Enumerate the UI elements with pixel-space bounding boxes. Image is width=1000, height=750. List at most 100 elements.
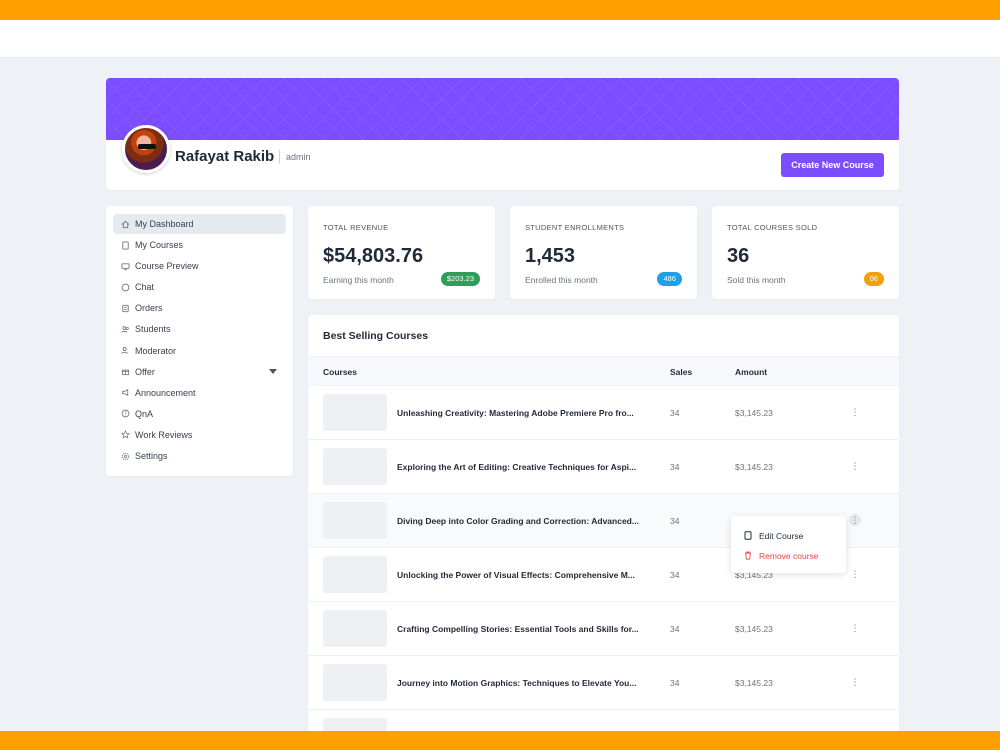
gift-icon: [121, 367, 130, 376]
table-row[interactable]: Exploring the Art of Editing: Creative T…: [308, 440, 899, 494]
star-icon: [121, 430, 130, 440]
more-options-icon[interactable]: ⋮: [849, 406, 861, 418]
trash-icon: [744, 551, 754, 562]
stat-label: TOTAL COURSES SOLD: [727, 223, 818, 232]
sidebar: My Dashboard My Courses Course Preview C…: [106, 206, 293, 476]
course-title[interactable]: Unleashing Creativity: Mastering Adobe P…: [397, 408, 647, 418]
top-accent-bar: [0, 0, 1000, 20]
stat-label: TOTAL REVENUE: [323, 223, 389, 232]
create-new-course-button[interactable]: Create New Course: [781, 153, 884, 177]
row-context-menu: Edit Course Remove course: [731, 516, 846, 573]
course-title[interactable]: Journey into Motion Graphics: Techniques…: [397, 678, 647, 688]
sidebar-item-label: Chat: [135, 282, 155, 293]
course-amount: $3,145.23: [735, 624, 773, 634]
table-header: Courses Sales Amount: [308, 356, 899, 386]
table-row[interactable]: Journey into Motion Graphics: Techniques…: [308, 656, 899, 710]
sidebar-item-label: My Courses: [135, 240, 184, 251]
profile-name: Rafayat Rakib: [175, 148, 275, 165]
profile-header: Rafayat Rakib admin Create New Course: [106, 78, 899, 190]
chevron-down-icon[interactable]: [269, 368, 277, 374]
users-icon: [121, 325, 130, 334]
sidebar-item-label: Settings: [135, 451, 168, 462]
course-title[interactable]: Exploring the Art of Editing: Creative T…: [397, 462, 647, 472]
course-thumbnail: [323, 610, 387, 647]
orders-icon: [121, 304, 130, 313]
sidebar-item-students[interactable]: Students: [113, 319, 286, 339]
profile-banner: [106, 78, 899, 140]
stat-value: 1,453: [525, 245, 576, 267]
sidebar-item-label: Announcement: [135, 387, 196, 398]
stat-badge: $203.23: [440, 272, 480, 286]
course-amount: $3,145.23: [735, 678, 773, 688]
sidebar-item-settings[interactable]: Settings: [113, 446, 286, 466]
sidebar-item-label: Work Reviews: [135, 429, 193, 440]
sidebar-item-offer[interactable]: Offer: [113, 362, 286, 382]
profile-divider: [279, 150, 280, 164]
sidebar-item-orders[interactable]: Orders: [113, 298, 286, 318]
home-icon: [121, 220, 130, 229]
chat-icon: [121, 283, 130, 292]
top-navbar: [0, 20, 1000, 58]
more-options-icon[interactable]: ⋮: [849, 568, 861, 580]
course-sales: 34: [670, 570, 680, 580]
table-row[interactable]: Crafting Compelling Stories: Essential T…: [308, 602, 899, 656]
avatar-sunglasses: [138, 144, 156, 149]
stat-card-total-revenue: TOTAL REVENUE $54,803.76 Earning this mo…: [308, 206, 495, 299]
course-thumbnail: [323, 556, 387, 593]
sidebar-item-label: Students: [135, 324, 171, 335]
bottom-accent-bar: [0, 731, 1000, 750]
table-row[interactable]: Unleashing Creativity: Mastering Adobe P…: [308, 386, 899, 440]
stat-subtext: Earning this month: [323, 275, 394, 285]
monitor-icon: [121, 262, 130, 271]
panel-title: Best Selling Courses: [323, 330, 429, 342]
stat-card-student-enrollments: STUDENT ENROLLMENTS 1,453 Enrolled this …: [510, 206, 697, 299]
sidebar-item-label: Course Preview: [135, 261, 199, 272]
remove-course-label: Remove course: [759, 551, 819, 561]
course-thumbnail: [323, 502, 387, 539]
avatar[interactable]: [122, 125, 170, 173]
sidebar-item-work-reviews[interactable]: Work Reviews: [113, 425, 286, 445]
sidebar-item-qna[interactable]: ? QnA: [113, 404, 286, 424]
question-icon: ?: [121, 409, 130, 418]
more-options-icon[interactable]: ⋮: [849, 676, 861, 688]
course-thumbnail: [323, 664, 387, 701]
stat-subtext: Sold this month: [727, 275, 786, 285]
stat-value: $54,803.76: [323, 245, 424, 267]
stat-badge: 486: [657, 272, 682, 286]
sidebar-item-label: Orders: [135, 303, 163, 314]
megaphone-icon: [121, 388, 130, 397]
more-options-icon[interactable]: ⋮: [849, 622, 861, 634]
course-title[interactable]: Diving Deep into Color Grading and Corre…: [397, 516, 647, 526]
sidebar-item-label: Offer: [135, 366, 155, 377]
course-title[interactable]: Crafting Compelling Stories: Essential T…: [397, 624, 647, 634]
column-header-amount: Amount: [735, 367, 768, 377]
sidebar-item-chat[interactable]: Chat: [113, 277, 286, 297]
more-options-icon[interactable]: ⋮: [849, 460, 861, 472]
book-icon: [744, 530, 754, 542]
course-sales: 34: [670, 516, 680, 526]
course-sales: 34: [670, 624, 680, 634]
sidebar-item-announcement[interactable]: Announcement: [113, 383, 286, 403]
stat-card-total-courses-sold: TOTAL COURSES SOLD 36 Sold this month 06: [712, 206, 899, 299]
sidebar-item-moderator[interactable]: Moderator: [113, 341, 286, 361]
sidebar-item-course-preview[interactable]: Course Preview: [113, 256, 286, 276]
stat-label: STUDENT ENROLLMENTS: [525, 223, 625, 232]
column-header-courses: Courses: [323, 367, 358, 377]
more-options-icon[interactable]: ⋮: [849, 514, 861, 526]
course-amount: $3,145.23: [735, 408, 773, 418]
sidebar-item-my-dashboard[interactable]: My Dashboard: [113, 214, 286, 234]
course-sales: 34: [670, 408, 680, 418]
edit-course-label: Edit Course: [759, 531, 804, 541]
column-header-sales: Sales: [670, 367, 693, 377]
edit-course-menu-item[interactable]: Edit Course: [731, 526, 846, 546]
remove-course-menu-item[interactable]: Remove course: [731, 546, 846, 566]
sidebar-item-my-courses[interactable]: My Courses: [113, 235, 286, 255]
course-title[interactable]: Unlocking the Power of Visual Effects: C…: [397, 570, 647, 580]
sidebar-item-label: QnA: [135, 408, 154, 419]
course-thumbnail: [323, 394, 387, 431]
course-sales: 34: [670, 462, 680, 472]
svg-text:?: ?: [124, 412, 127, 418]
course-amount: $3,145.23: [735, 462, 773, 472]
sidebar-item-label: My Dashboard: [135, 219, 194, 229]
user-shield-icon: [121, 346, 130, 355]
